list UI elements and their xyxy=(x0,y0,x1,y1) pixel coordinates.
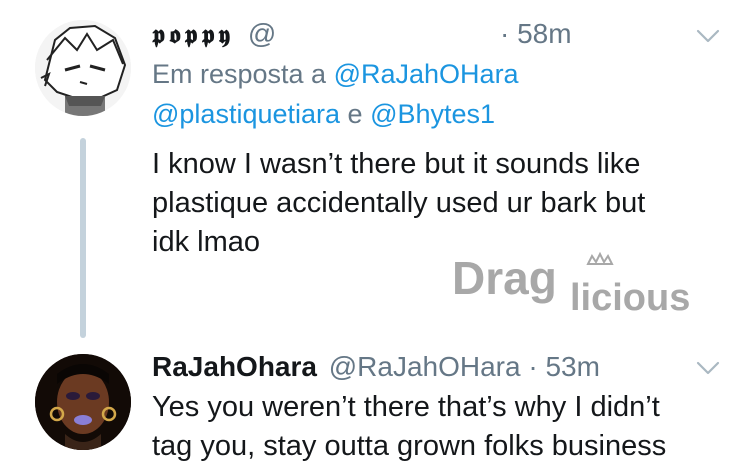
reply-mention-rajahohara[interactable]: @RaJahOHara xyxy=(334,59,519,89)
portrait-avatar-icon xyxy=(35,354,131,450)
tweet-text: I know I wasn’t there but it sounds like… xyxy=(152,145,712,262)
tweet-text-line: plastique accidentally used ur bark but xyxy=(152,187,646,219)
reply-mention-bhytes1[interactable]: @Bhytes1 xyxy=(370,99,495,129)
display-name[interactable]: 𝖕𝖔𝖕𝖕𝖞 xyxy=(152,20,234,49)
chevron-down-icon[interactable] xyxy=(696,28,720,44)
reply-conjunction: e xyxy=(347,99,363,129)
tweet-timestamp[interactable]: 58m xyxy=(517,18,571,49)
watermark-text-licious: licious xyxy=(570,277,690,319)
tweet-text: Yes you weren’t there that’s why I didn’… xyxy=(152,388,742,466)
reply-context-2: @plastiquetiara e @Bhytes1 xyxy=(152,96,495,132)
tweet-header: 𝖕𝖔𝖕𝖕𝖞 @ xyxy=(152,17,276,52)
tweet-rajahohara[interactable]: RaJahOhara @RaJahOHara · 53m Yes you wer… xyxy=(0,340,750,474)
crown-icon xyxy=(586,251,614,265)
watermark-text-drag: Drag xyxy=(452,252,557,304)
user-handle[interactable]: @ xyxy=(248,18,276,49)
separator-dot: · xyxy=(528,351,538,382)
watermark-logo: Drag licious xyxy=(452,251,690,319)
tweet-text-line: tag you, stay outta grown folks business xyxy=(152,430,667,462)
watermark-draglicious: Drag licious xyxy=(450,248,720,328)
tweet-text-line: I know I wasn’t there but it sounds like xyxy=(152,148,641,180)
tweet-time-block: · 58m xyxy=(500,17,572,51)
tweet-header: RaJahOhara @RaJahOHara · 53m xyxy=(152,350,600,384)
thread-connector-line xyxy=(80,138,86,338)
tweet-timestamp[interactable]: 53m xyxy=(545,351,599,382)
reply-mention-plastiquetiara[interactable]: @plastiquetiara xyxy=(152,99,340,129)
avatar-poppy[interactable] xyxy=(35,20,131,116)
user-handle[interactable]: @RaJahOHara xyxy=(329,351,521,382)
display-name[interactable]: RaJahOhara xyxy=(152,351,317,382)
avatar-rajahohara[interactable] xyxy=(35,354,131,450)
anime-avatar-icon xyxy=(35,20,131,116)
reply-prefix: Em resposta a xyxy=(152,59,327,89)
tweet-text-line: Yes you weren’t there that’s why I didn’… xyxy=(152,391,660,423)
reply-context: Em resposta a @RaJahOHara xyxy=(152,56,519,92)
chevron-down-icon[interactable] xyxy=(696,360,720,376)
separator-dot: · xyxy=(500,18,510,49)
